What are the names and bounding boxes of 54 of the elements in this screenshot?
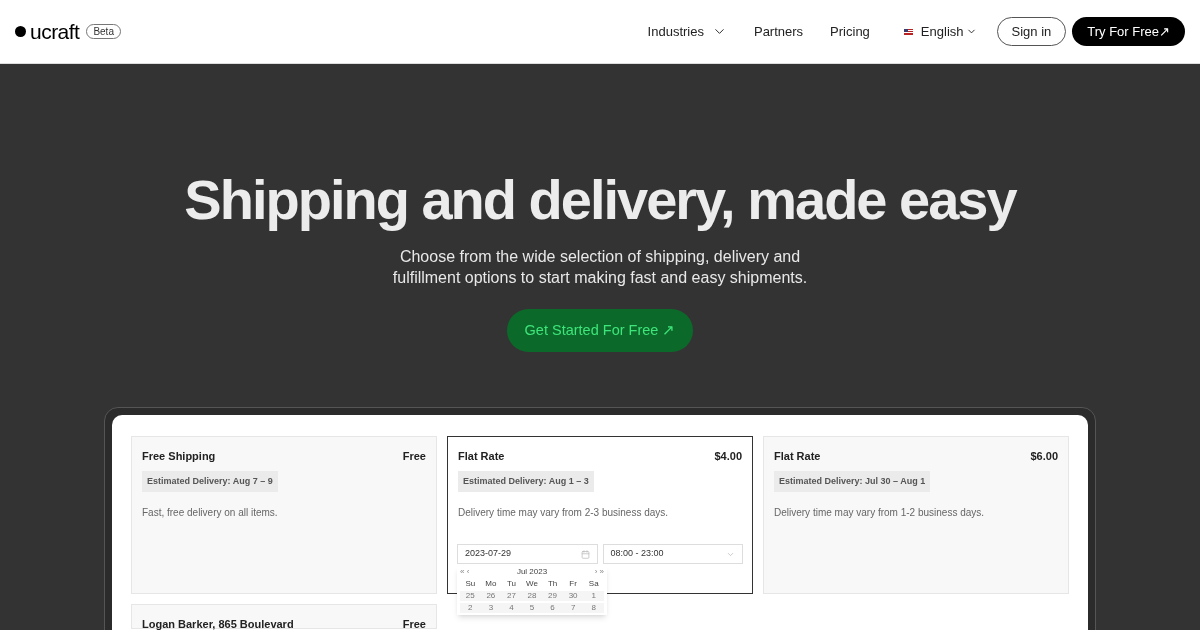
weekday-label: We bbox=[525, 579, 539, 589]
calendar-day[interactable]: 6 bbox=[542, 603, 563, 613]
nav-link[interactable]: Pricing bbox=[830, 21, 870, 42]
option-price: Free bbox=[402, 449, 426, 464]
option-description: Delivery time may vary from 1-2 business days. bbox=[774, 506, 986, 520]
time-select[interactable]: 08:00 - 23:00 bbox=[602, 544, 743, 564]
calendar-day[interactable]: 1 bbox=[583, 591, 604, 601]
weekday-label: Mo bbox=[484, 579, 498, 589]
calendar-day[interactable]: 30 bbox=[562, 591, 584, 601]
shipping-option-card[interactable]: Free Shipping Free Estimated Delivery: Aug 7 – 9 Fast, free delivery on all items. bbox=[131, 436, 437, 594]
logo[interactable]: ucraft bbox=[30, 21, 80, 42]
weekday-label: Tu bbox=[505, 579, 517, 589]
calendar-day[interactable]: 4 bbox=[501, 603, 522, 613]
option-price: $6.00 bbox=[1030, 449, 1058, 464]
estimate-tag: Estimated Delivery: Aug 7 – 9 bbox=[142, 470, 278, 492]
calendar-icon bbox=[580, 549, 590, 559]
estimate-tag: Estimated Delivery: Jul 30 – Aug 1 bbox=[774, 470, 931, 492]
option-name: Flat Rate bbox=[774, 449, 821, 464]
get-started-button[interactable]: Get Started For Free ↗ bbox=[506, 309, 694, 352]
calendar-day[interactable]: 26 bbox=[480, 591, 502, 601]
try-for-free-button[interactable]: Try For Free↗ bbox=[1072, 17, 1185, 46]
option-name: Flat Rate bbox=[458, 449, 505, 464]
hero-title: Shipping and delivery, made easy bbox=[184, 168, 1016, 232]
option-name: Free Shipping bbox=[142, 449, 216, 464]
calendar-day[interactable]: 2 bbox=[460, 603, 481, 613]
option-price: $4.00 bbox=[714, 449, 742, 464]
calendar-day[interactable]: 27 bbox=[501, 591, 522, 601]
calendar-day[interactable]: 25 bbox=[460, 591, 481, 601]
nav-link[interactable]: Industries bbox=[647, 21, 727, 42]
weekday-label: Th bbox=[546, 579, 559, 589]
option-price: Free bbox=[402, 617, 426, 630]
shipping-option-card[interactable]: Flat Rate $6.00 Estimated Delivery: Jul 30 – Aug 1 Delivery time may vary from 1-2 business days. bbox=[763, 436, 1069, 594]
prev-month-button[interactable]: « ‹ bbox=[460, 567, 470, 577]
us-flag-icon bbox=[903, 28, 913, 35]
option-name: Logan Barker, 865 Boulevard bbox=[142, 617, 294, 630]
calendar-day[interactable]: 5 bbox=[521, 603, 543, 613]
calendar-day[interactable]: 7 bbox=[562, 603, 584, 613]
weekday-label: Fr bbox=[568, 579, 578, 589]
nav-link[interactable]: Partners bbox=[753, 21, 804, 42]
next-month-button[interactable]: › » bbox=[594, 567, 604, 577]
calendar-day[interactable]: 8 bbox=[583, 603, 604, 613]
calendar-month: Jul 2023 bbox=[516, 567, 548, 577]
hero-subtitle: Choose from the wide selection of shipping, delivery and fulfillment options to start making fast and easy shipments. bbox=[391, 247, 809, 288]
language-selector[interactable]: English bbox=[920, 21, 977, 42]
date-field[interactable]: 2023-07-29 bbox=[457, 544, 598, 564]
shipping-option-card[interactable]: Logan Barker, 865 Boulevard Free bbox=[131, 604, 437, 629]
calendar-day[interactable]: 3 bbox=[480, 603, 502, 613]
weekday-label: Sa bbox=[587, 579, 600, 589]
estimate-tag: Estimated Delivery: Aug 1 – 3 bbox=[458, 470, 594, 492]
calendar-day[interactable]: 29 bbox=[542, 591, 563, 601]
option-description: Fast, free delivery on all items. bbox=[142, 506, 279, 520]
weekday-label: Su bbox=[464, 579, 477, 589]
calendar-day[interactable]: 28 bbox=[521, 591, 543, 601]
option-description: Delivery time may vary from 2-3 business days. bbox=[458, 506, 670, 520]
